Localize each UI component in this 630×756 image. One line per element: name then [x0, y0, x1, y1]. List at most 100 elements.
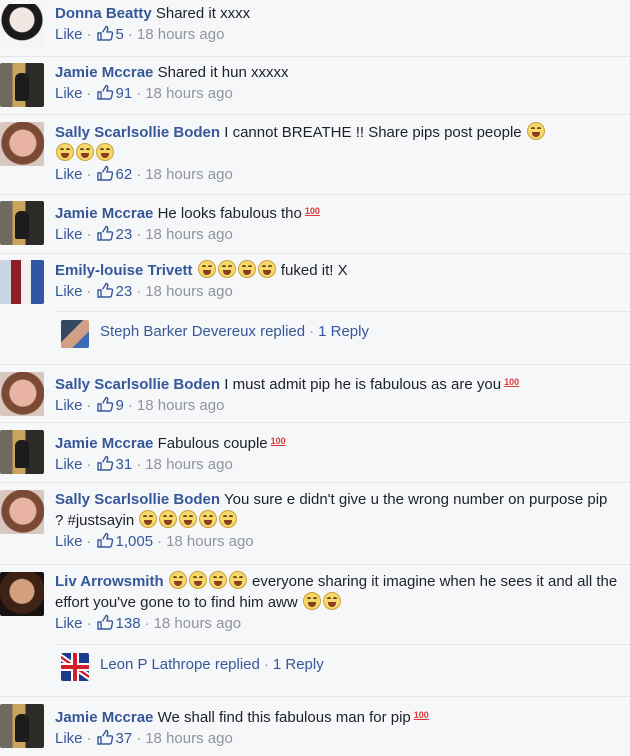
comment-author[interactable]: Sally Scarlsollie Boden	[55, 376, 220, 393]
hundred-points-icon: 100	[413, 710, 429, 720]
comment-author[interactable]: Jamie Mccrae	[55, 64, 153, 81]
like-count[interactable]: 31	[116, 456, 133, 473]
like-count[interactable]: 9	[116, 397, 124, 414]
comment-meta: Like · 9 · 18 hours ago	[55, 396, 618, 416]
comment-text: He looks fabulous tho	[157, 205, 302, 222]
laughing-emoji-icon	[302, 592, 321, 610]
replies-row[interactable]: Leon P Lathrope replied · 1 Reply	[55, 644, 630, 686]
laughing-emoji-icon	[168, 571, 187, 589]
avatar[interactable]	[61, 320, 89, 348]
comment-meta: Like · 138 · 18 hours ago	[55, 614, 618, 634]
separator-dot: ·	[86, 166, 92, 183]
comment-author[interactable]: Sally Scarlsollie Boden	[55, 124, 220, 141]
laughing-emoji-icon	[197, 260, 216, 278]
like-count[interactable]: 91	[116, 85, 133, 102]
comment-author[interactable]: Jamie Mccrae	[55, 435, 153, 452]
avatar[interactable]	[0, 490, 44, 534]
avatar[interactable]	[0, 4, 44, 48]
comment-author[interactable]: Jamie Mccrae	[55, 205, 153, 222]
comment-author[interactable]: Jamie Mccrae	[55, 709, 153, 726]
like-count[interactable]: 62	[116, 166, 133, 183]
timestamp[interactable]: 18 hours ago	[145, 226, 233, 243]
thumbs-up-icon	[96, 225, 113, 241]
separator-dot: ·	[136, 226, 142, 243]
comment-item: Jamie Mccrae Fabulous couple 100 Like · 31 ·…	[0, 422, 630, 482]
timestamp[interactable]: 18 hours ago	[145, 85, 233, 102]
hundred-points-icon: 100	[504, 377, 520, 387]
replies-row[interactable]: Steph Barker Devereux replied · 1 Reply	[55, 311, 630, 353]
comment-meta: Like · 91 · 18 hours ago	[55, 84, 618, 104]
like-count[interactable]: 37	[116, 730, 133, 747]
avatar[interactable]	[0, 122, 44, 166]
reply-author-label[interactable]: Steph Barker Devereux replied	[100, 323, 305, 340]
reply-author-label[interactable]: Leon P Lathrope replied	[100, 656, 260, 673]
comment-meta: Like · 31 · 18 hours ago	[55, 455, 618, 475]
avatar[interactable]	[0, 572, 44, 616]
comment-meta: Like · 23 · 18 hours ago	[55, 282, 618, 302]
like-button[interactable]: Like	[55, 615, 83, 632]
avatar[interactable]	[0, 704, 44, 748]
comment-text: Shared it xxxx	[155, 5, 251, 22]
timestamp[interactable]: 18 hours ago	[145, 456, 233, 473]
timestamp[interactable]: 18 hours ago	[154, 615, 242, 632]
separator-dot: ·	[127, 397, 133, 414]
like-button[interactable]: Like	[55, 85, 83, 102]
like-button[interactable]: Like	[55, 730, 83, 747]
like-button[interactable]: Like	[55, 397, 83, 414]
like-count[interactable]: 138	[116, 615, 141, 632]
timestamp[interactable]: 18 hours ago	[166, 533, 254, 550]
like-button[interactable]: Like	[55, 533, 83, 550]
like-count[interactable]: 23	[116, 283, 133, 300]
avatar[interactable]	[61, 653, 89, 681]
thumbs-up-icon	[96, 614, 113, 630]
separator-dot: ·	[86, 397, 92, 414]
hundred-points-icon: 100	[304, 206, 320, 216]
comment-author[interactable]: Donna Beatty	[55, 5, 152, 22]
separator-dot: ·	[86, 533, 92, 550]
avatar[interactable]	[0, 430, 44, 474]
laughing-emoji-icon	[228, 571, 247, 589]
comment-author[interactable]: Liv Arrowsmith	[55, 573, 164, 590]
thumbs-up-icon	[96, 532, 113, 548]
avatar[interactable]	[0, 63, 44, 107]
comment-text: Fabulous couple	[157, 435, 268, 452]
like-button[interactable]: Like	[55, 26, 83, 43]
laughing-emoji-icon	[179, 510, 198, 528]
separator-dot: ·	[86, 226, 92, 243]
like-button[interactable]: Like	[55, 456, 83, 473]
comment-meta: Like · 37 · 18 hours ago	[55, 729, 618, 749]
like-button[interactable]: Like	[55, 226, 83, 243]
separator-dot: ·	[136, 456, 142, 473]
comment-meta: Like · 62 · 18 hours ago	[55, 165, 618, 185]
like-count[interactable]: 23	[116, 226, 133, 243]
timestamp[interactable]: 18 hours ago	[137, 397, 225, 414]
view-replies-link[interactable]: 1 Reply	[318, 323, 369, 340]
like-count[interactable]: 1,005	[116, 533, 154, 550]
laughing-emoji-icon	[199, 510, 218, 528]
like-button[interactable]: Like	[55, 166, 83, 183]
comment-author[interactable]: Emily-louise Trivett	[55, 262, 193, 279]
comment-author[interactable]: Sally Scarlsollie Boden	[55, 491, 220, 508]
comment-meta: Like · 1,005 · 18 hours ago	[55, 532, 618, 552]
thumbs-up-icon	[96, 25, 113, 41]
comment-item: Jamie Mccrae We shall find this fabulous…	[0, 696, 630, 756]
timestamp[interactable]: 18 hours ago	[145, 283, 233, 300]
avatar[interactable]	[0, 260, 44, 304]
laughing-emoji-icon	[188, 571, 207, 589]
avatar[interactable]	[0, 372, 44, 416]
separator-dot: ·	[136, 283, 142, 300]
like-button[interactable]: Like	[55, 283, 83, 300]
timestamp[interactable]: 18 hours ago	[145, 166, 233, 183]
laughing-emoji-icon	[322, 592, 341, 610]
timestamp[interactable]: 18 hours ago	[145, 730, 233, 747]
timestamp[interactable]: 18 hours ago	[137, 26, 225, 43]
laughing-emoji-icon	[208, 571, 227, 589]
separator-dot: ·	[309, 323, 315, 340]
avatar[interactable]	[0, 201, 44, 245]
comment-item: Jamie Mccrae Shared it hun xxxxx Like · 91…	[0, 56, 630, 114]
like-count[interactable]: 5	[116, 26, 124, 43]
separator-dot: ·	[86, 456, 92, 473]
comment-meta: Like · 23 · 18 hours ago	[55, 225, 618, 245]
thumbs-up-icon	[96, 84, 113, 100]
view-replies-link[interactable]: 1 Reply	[273, 656, 324, 673]
